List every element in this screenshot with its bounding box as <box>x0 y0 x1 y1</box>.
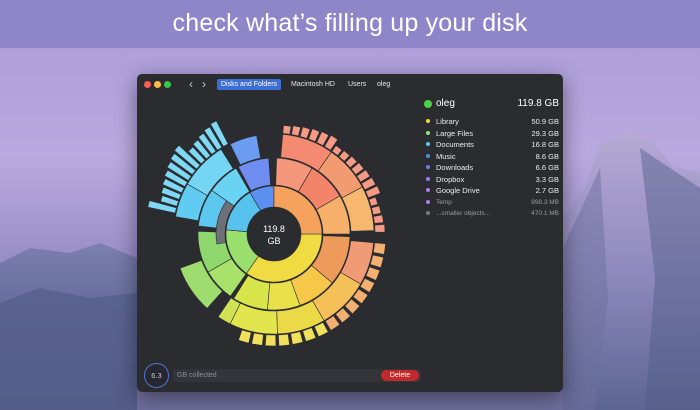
folder-name: Library <box>436 117 459 126</box>
folder-color-dot <box>426 142 430 146</box>
close-window-button[interactable] <box>144 81 151 88</box>
sunburst-segment[interactable] <box>368 196 379 207</box>
folder-name: Temp <box>436 198 452 206</box>
chevron-left-icon: ‹ <box>189 77 193 91</box>
folder-color-dot <box>426 176 430 181</box>
folder-color-dot <box>426 130 430 135</box>
folder-name: Downloads <box>436 163 474 172</box>
sunburst-segment[interactable] <box>290 331 304 345</box>
folder-size: 998.3 MB <box>531 198 559 206</box>
folder-row[interactable]: Google Drive 2.7 GB <box>424 185 559 197</box>
folder-name: ...smaller objects... <box>436 210 491 217</box>
folder-name: Music <box>436 151 456 161</box>
banner-headline: check what’s filling up your disk <box>172 9 528 37</box>
collected-indicator[interactable]: 6.3 <box>144 363 169 388</box>
folder-row[interactable]: Large Files 29.3 GB <box>424 128 559 140</box>
minimize-window-button[interactable] <box>154 81 161 88</box>
folder-size: 8.6 GB <box>535 151 559 161</box>
folder-color-dot <box>426 153 430 158</box>
folder-size: 3.3 GB <box>535 174 559 184</box>
center-size-unit: GB <box>267 236 280 246</box>
root-color-dot <box>424 100 432 108</box>
folder-color-dot <box>426 188 430 192</box>
titlebar: ‹ › Disks and Folders Macintosh HD Users… <box>137 74 563 94</box>
center-size-value: 119.8 <box>263 224 285 234</box>
sunburst-segment[interactable] <box>251 332 264 346</box>
app-window: ‹ › Disks and Folders Macintosh HD Users… <box>137 74 563 392</box>
root-folder-size: 119.8 GB <box>517 98 559 109</box>
zoom-window-button[interactable] <box>164 81 171 88</box>
folder-row[interactable]: Music 8.6 GB <box>424 151 559 163</box>
sunburst-segment[interactable] <box>299 126 311 139</box>
chart-center[interactable] <box>248 208 300 260</box>
collected-value: 6.3 <box>151 371 162 380</box>
breadcrumb-macintosh-hd[interactable]: Macintosh HD <box>287 79 339 90</box>
folder-color-dot <box>426 119 430 123</box>
folder-list: Library 50.9 GB Large Files 29.3 GB Document… <box>424 116 559 220</box>
folder-row[interactable]: Temp 998.3 MB <box>424 197 559 209</box>
folder-size: 6.6 GB <box>535 163 559 172</box>
sunburst-segment[interactable] <box>238 329 252 344</box>
folder-row[interactable]: Library 50.9 GB <box>424 116 559 128</box>
sunburst-segment[interactable] <box>372 242 386 255</box>
folder-size: 470.1 MB <box>531 210 559 217</box>
folder-name: Documents <box>436 140 474 149</box>
root-folder-name: oleg <box>436 98 455 109</box>
folder-color-dot <box>426 211 430 215</box>
folder-color-dot <box>426 199 430 204</box>
sunburst-segment[interactable] <box>278 333 290 347</box>
folder-size: 29.3 GB <box>531 128 559 138</box>
sunburst-segment[interactable] <box>264 334 277 347</box>
folder-row[interactable]: Downloads 6.6 GB <box>424 162 559 174</box>
chevron-right-icon: › <box>202 77 206 91</box>
folder-name: Large Files <box>436 128 474 138</box>
sunburst-segment[interactable] <box>369 254 384 269</box>
sunburst-segment[interactable] <box>291 125 301 137</box>
folder-row[interactable]: ...smaller objects... 470.1 MB <box>424 208 559 220</box>
folder-size: 16.8 GB <box>531 140 559 149</box>
root-folder-row[interactable]: oleg 119.8 GB <box>424 98 559 112</box>
folder-name: Google Drive <box>436 186 480 195</box>
sunburst-segment[interactable] <box>371 205 382 216</box>
breadcrumb-users[interactable]: Users <box>344 79 370 90</box>
banner: check what’s filling up your disk <box>0 0 700 48</box>
sunburst-segment[interactable] <box>302 327 317 342</box>
folder-size: 2.7 GB <box>535 186 559 195</box>
sunburst-segment[interactable] <box>373 214 384 224</box>
breadcrumb-disks-and-folders[interactable]: Disks and Folders <box>217 79 282 90</box>
back-button[interactable]: ‹ <box>189 77 193 91</box>
forward-button[interactable]: › <box>202 77 206 91</box>
folder-size: 50.9 GB <box>531 117 559 126</box>
folder-name: Dropbox <box>436 174 465 184</box>
sunburst-segment[interactable] <box>374 224 386 233</box>
bottom-bar: 6.3 GB collected Delete <box>137 360 563 392</box>
folder-color-dot <box>426 165 430 169</box>
breadcrumb-oleg[interactable]: oleg <box>373 79 394 90</box>
delete-button[interactable]: Delete <box>381 370 419 381</box>
folder-row[interactable]: Documents 16.8 GB <box>424 139 559 151</box>
collected-label: GB collected <box>177 372 217 379</box>
sunburst-chart[interactable]: 119.8 GB <box>137 94 420 360</box>
folder-row[interactable]: Dropbox 3.3 GB <box>424 174 559 186</box>
sunburst-segment[interactable] <box>282 125 292 135</box>
